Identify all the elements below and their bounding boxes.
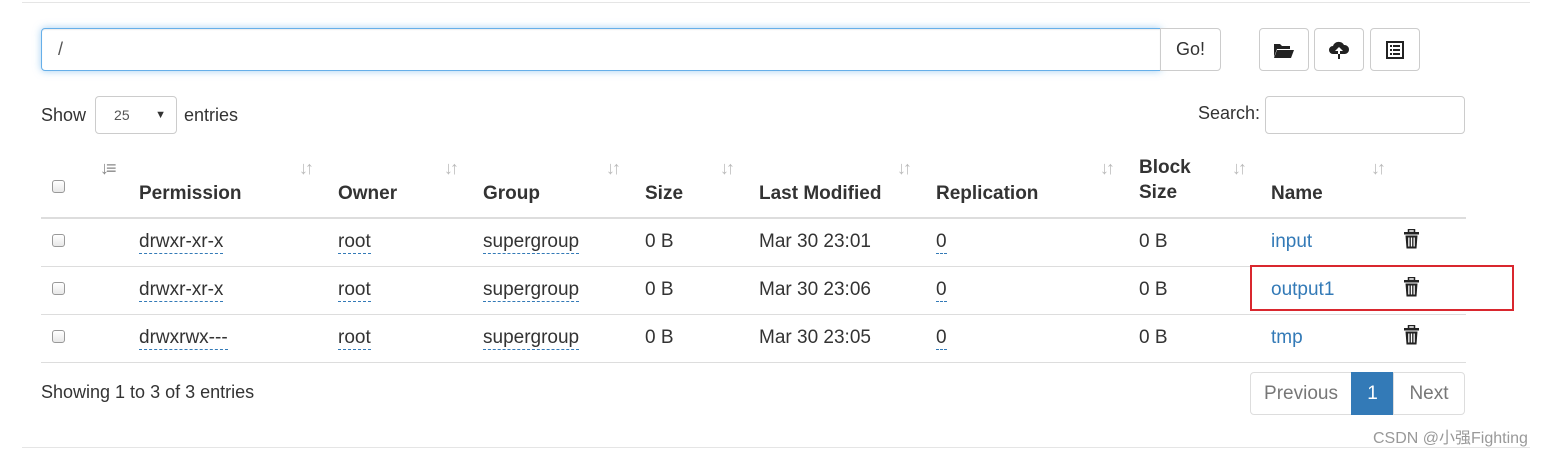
name-header[interactable]: Name ↓↑: [1271, 150, 1401, 219]
show-label: Show: [41, 104, 87, 125]
select-all-header: ↓≡: [41, 150, 139, 219]
row-checkbox[interactable]: [52, 330, 65, 343]
trash-icon[interactable]: [1403, 229, 1420, 255]
owner-header[interactable]: Owner ↓↑: [338, 150, 483, 219]
cloud-upload-icon: [1329, 41, 1350, 59]
owner-cell[interactable]: root: [338, 327, 371, 350]
cut-paste-button[interactable]: [1370, 28, 1420, 71]
upload-button[interactable]: [1314, 28, 1364, 71]
group-header[interactable]: Group ↓↑: [483, 150, 645, 219]
search-label: Search:: [1198, 103, 1261, 123]
block-size-cell: 0 B: [1139, 279, 1168, 300]
table-info: Showing 1 to 3 of 3 entries: [41, 382, 255, 402]
sort-asc-icon[interactable]: ↓≡: [100, 158, 116, 179]
size-header[interactable]: Size ↓↑: [645, 150, 759, 219]
search-input[interactable]: [1265, 96, 1465, 134]
go-button[interactable]: Go!: [1160, 28, 1221, 71]
size-cell: 0 B: [645, 279, 674, 300]
actions-header: [1401, 150, 1466, 219]
trash-icon[interactable]: [1403, 324, 1420, 351]
table-row: drwxr-xr-x root supergroup 0 B Mar 30 23…: [41, 265, 1466, 314]
row-checkbox[interactable]: [52, 234, 65, 248]
sort-icon: ↓↑: [1100, 158, 1115, 178]
block-size-header[interactable]: Block Size ↓↑: [1139, 150, 1271, 219]
last-modified-cell: Mar 30 23:06: [759, 279, 871, 300]
permission-header[interactable]: Permission ↓↑: [139, 150, 338, 219]
list-alt-icon: [1386, 40, 1404, 59]
trash-icon[interactable]: [1403, 276, 1420, 303]
block-size-cell: 0 B: [1139, 327, 1168, 348]
sort-icon: ↓↑: [606, 158, 621, 178]
file-name-link[interactable]: output1: [1271, 279, 1334, 300]
entries-label: entries: [184, 104, 239, 125]
size-cell: 0 B: [645, 231, 674, 253]
sort-icon: ↓↑: [1371, 158, 1386, 178]
sort-icon: ↓↑: [444, 158, 459, 178]
watermark: CSDN @小强Fighting: [1373, 430, 1528, 447]
replication-header[interactable]: Replication ↓↑: [936, 150, 1139, 219]
page-1-button[interactable]: 1: [1351, 372, 1394, 415]
group-cell[interactable]: supergroup: [483, 279, 580, 302]
table-header-row: ↓≡ Permission ↓↑ Owner ↓↑ Group ↓↑ Size …: [41, 150, 1466, 219]
sort-icon: ↓↑: [299, 158, 314, 178]
replication-cell[interactable]: 0: [936, 279, 947, 302]
file-name-link[interactable]: input: [1271, 231, 1312, 252]
group-cell[interactable]: supergroup: [483, 327, 580, 350]
owner-cell[interactable]: root: [338, 279, 371, 302]
top-divider: [22, 0, 1530, 3]
sort-icon: ↓↑: [897, 158, 912, 178]
last-modified-cell: Mar 30 23:05: [759, 327, 871, 348]
bottom-divider: [22, 447, 1530, 448]
folder-open-icon: [1274, 43, 1294, 58]
replication-cell[interactable]: 0: [936, 231, 947, 255]
page-length-control: Show 25 ▼ entries: [41, 96, 238, 134]
permission-cell[interactable]: drwxrwx---: [139, 327, 228, 350]
table-row: drwxrwx--- root supergroup 0 B Mar 30 23…: [41, 313, 1466, 363]
table-row: drwxr-xr-x root supergroup 0 B Mar 30 23…: [41, 218, 1466, 266]
file-table: ↓≡ Permission ↓↑ Owner ↓↑ Group ↓↑ Size …: [41, 150, 1466, 363]
permission-cell[interactable]: drwxr-xr-x: [139, 279, 224, 302]
row-checkbox[interactable]: [52, 282, 65, 295]
previous-page-button[interactable]: Previous: [1250, 372, 1352, 415]
size-cell: 0 B: [645, 327, 674, 348]
sort-icon: ↓↑: [720, 158, 735, 178]
group-cell[interactable]: supergroup: [483, 231, 580, 255]
next-page-button[interactable]: Next: [1393, 372, 1465, 415]
permission-cell[interactable]: drwxr-xr-x: [139, 231, 224, 255]
entries-per-page-value: 25: [114, 107, 130, 123]
pagination: Previous 1 Next: [1250, 372, 1465, 415]
replication-cell[interactable]: 0: [936, 327, 947, 350]
caret-down-icon: ▼: [155, 109, 167, 121]
create-directory-button[interactable]: [1259, 28, 1309, 71]
select-all-checkbox[interactable]: [52, 180, 65, 193]
sort-icon: ↓↑: [1232, 158, 1247, 178]
file-name-link[interactable]: tmp: [1271, 327, 1303, 348]
last-modified-cell: Mar 30 23:01: [759, 231, 871, 253]
last-modified-header[interactable]: Last Modified ↓↑: [759, 150, 936, 219]
directory-path-input[interactable]: [41, 28, 1161, 71]
entries-per-page-select[interactable]: 25 ▼: [95, 96, 178, 134]
block-size-cell: 0 B: [1139, 231, 1168, 253]
owner-cell[interactable]: root: [338, 231, 371, 255]
